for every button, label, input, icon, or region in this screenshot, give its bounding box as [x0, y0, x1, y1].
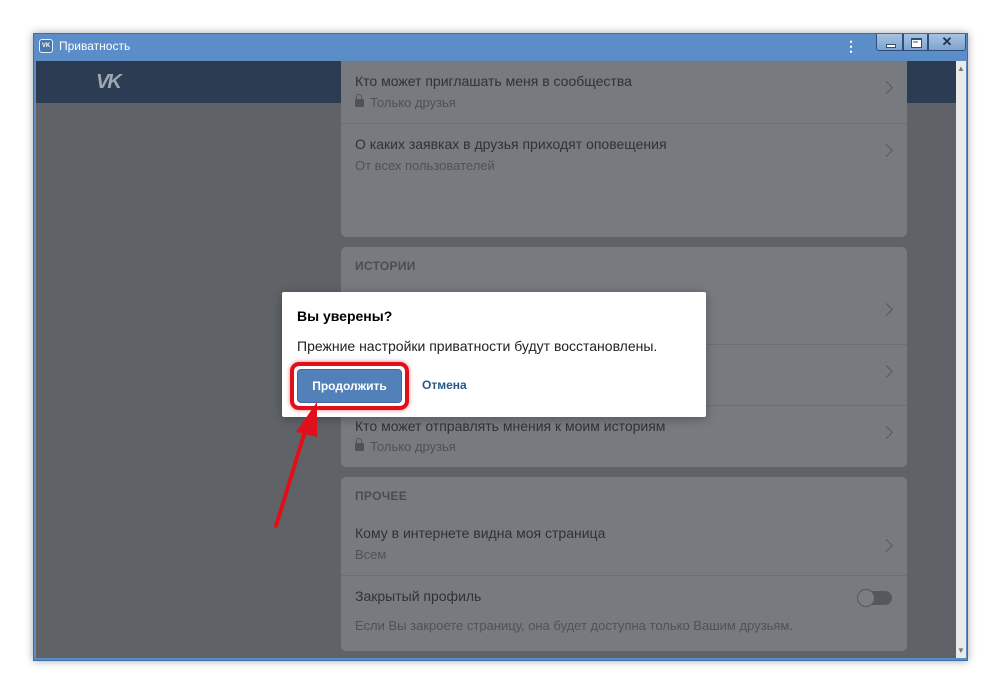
setting-value-text: Только друзья: [370, 439, 456, 454]
maximize-button[interactable]: [903, 34, 928, 51]
chevron-right-icon: [880, 303, 893, 316]
chevron-right-icon: [880, 144, 893, 157]
setting-note: Если Вы закроете страницу, она будет дос…: [355, 618, 793, 633]
toggle-knob: [857, 589, 875, 607]
setting-row-page-visibility[interactable]: Кому в интернете видна моя страница Всем: [341, 513, 907, 575]
setting-row-closed-profile: Закрытый профиль Если Вы закроете страни…: [341, 575, 907, 651]
scroll-up-icon[interactable]: ▲: [957, 64, 965, 73]
close-button[interactable]: ✕: [928, 34, 966, 51]
settings-card-groups: Кто может приглашать меня в сообщества Т…: [341, 61, 907, 237]
setting-title: Кто может отправлять мнения к моим истор…: [355, 418, 666, 434]
setting-title: Закрытый профиль: [355, 588, 482, 604]
close-icon: ✕: [941, 34, 953, 49]
setting-title: О каких заявках в друзья приходят оповещ…: [355, 136, 667, 152]
setting-value: Только друзья: [355, 94, 456, 110]
app-window: VK Приватность ⋮ ✕ VK Кто может приглаша…: [33, 33, 968, 661]
setting-title: Кто может приглашать меня в сообщества: [355, 73, 632, 89]
vk-app-icon: VK: [39, 39, 53, 53]
section-title: ИСТОРИИ: [355, 259, 416, 273]
confirm-dialog: Вы уверены? Прежние настройки приватност…: [282, 292, 706, 417]
title-bar[interactable]: VK Приватность ⋮ ✕: [34, 34, 967, 59]
settings-card-other: ПРОЧЕЕ Кому в интернете видна моя страни…: [341, 477, 907, 651]
window-title: Приватность: [59, 39, 131, 53]
vk-logo-icon[interactable]: VK: [96, 71, 122, 94]
minimize-button[interactable]: [876, 34, 903, 51]
section-title: ПРОЧЕЕ: [355, 489, 408, 503]
continue-button[interactable]: Продолжить: [297, 369, 402, 403]
lock-icon: [355, 94, 364, 107]
setting-row-friend-requests[interactable]: О каких заявках в друзья приходят оповещ…: [341, 123, 907, 185]
setting-value-text: Только друзья: [370, 95, 456, 110]
cancel-link[interactable]: Отмена: [422, 378, 467, 392]
chevron-right-icon: [880, 81, 893, 94]
scrollbar[interactable]: ▲ ▼: [956, 61, 966, 658]
chevron-right-icon: [880, 365, 893, 378]
dialog-title: Вы уверены?: [297, 308, 393, 324]
app-content: VK Кто может приглашать меня в сообществ…: [36, 61, 956, 658]
chevron-right-icon: [880, 426, 893, 439]
setting-value: Всем: [355, 547, 387, 562]
scroll-down-icon[interactable]: ▼: [957, 646, 965, 655]
lock-icon: [355, 438, 364, 451]
setting-row-community-invites[interactable]: Кто может приглашать меня в сообщества Т…: [341, 61, 907, 123]
dialog-message: Прежние настройки приватности будут восс…: [297, 338, 658, 354]
closed-profile-toggle[interactable]: [857, 589, 892, 607]
chevron-right-icon: [880, 539, 893, 552]
setting-value: От всех пользователей: [355, 158, 495, 173]
setting-title: Кому в интернете видна моя страница: [355, 525, 606, 541]
setting-value: Только друзья: [355, 438, 456, 454]
kebab-menu-icon[interactable]: ⋮: [844, 37, 858, 55]
